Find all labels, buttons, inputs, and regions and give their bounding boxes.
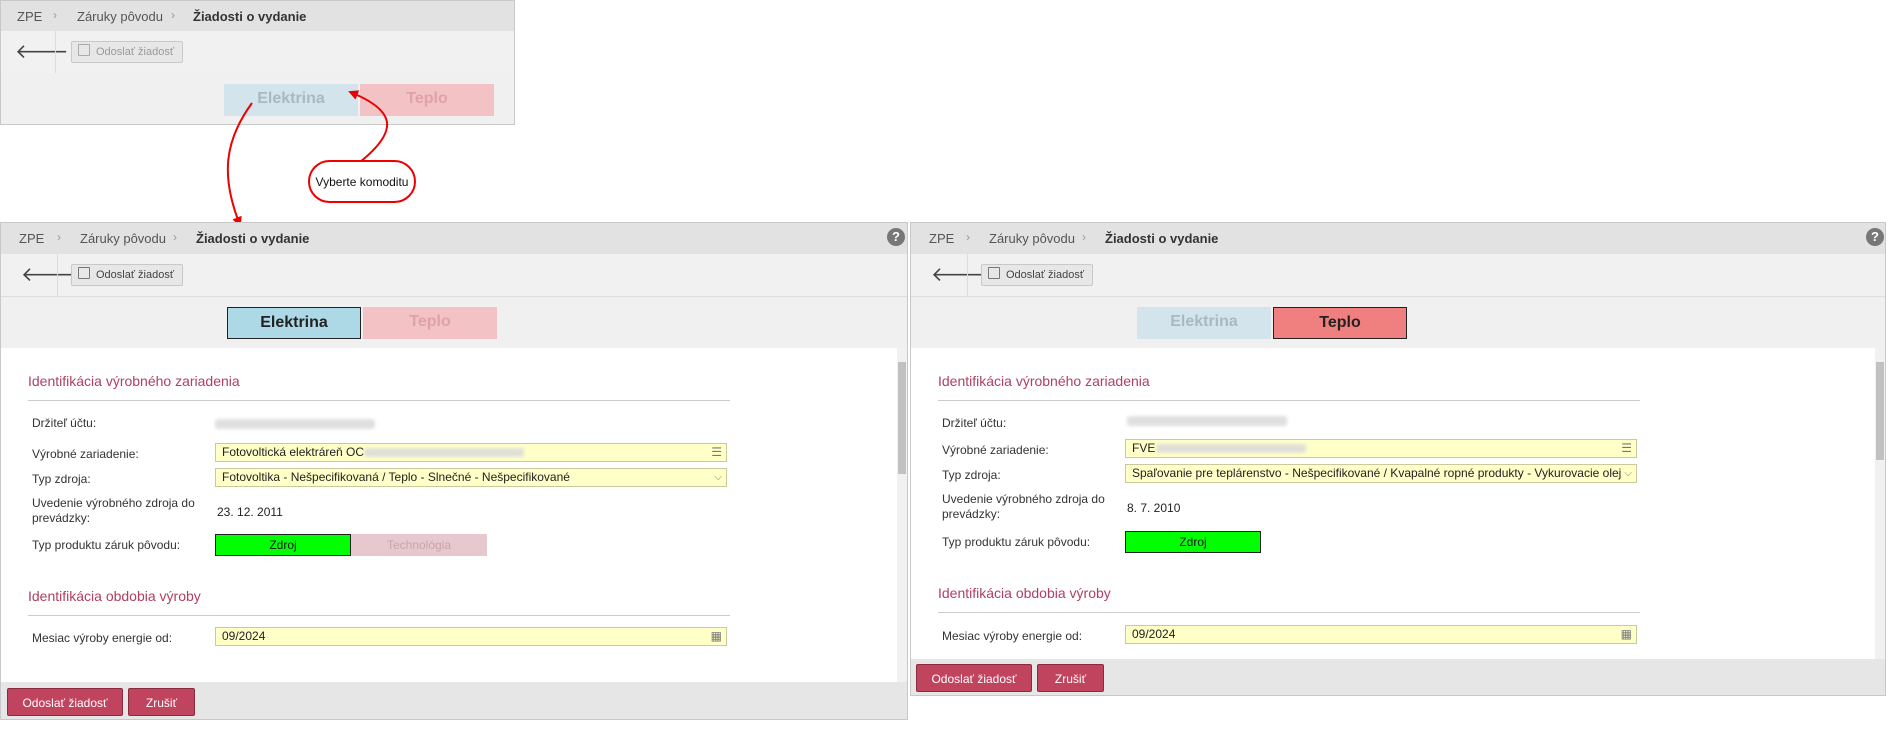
breadcrumb-guarantees[interactable]: Záruky pôvodu — [80, 231, 166, 246]
section-divider — [28, 615, 730, 616]
breadcrumb-separator: › — [173, 230, 177, 244]
divider — [57, 254, 58, 296]
scrollbar-thumb[interactable] — [1876, 362, 1884, 460]
product-source-toggle[interactable]: Zdroj — [1125, 531, 1261, 553]
scrollbar[interactable] — [1875, 348, 1885, 659]
device-value: Fotovoltická elektráreň OC — [222, 445, 365, 459]
source-type-label: Typ zdroja: — [942, 468, 1001, 482]
breadcrumb-separator: › — [966, 230, 970, 244]
breadcrumb: ZPE › Záruky pôvodu › Žiadosti o vydanie… — [1, 223, 907, 255]
left-panel-electricity: ZPE › Záruky pôvodu › Žiadosti o vydanie… — [0, 222, 908, 720]
section-divider — [938, 400, 1640, 401]
callout-select-commodity: Vyberte komoditu — [308, 160, 416, 203]
product-technology-toggle[interactable]: Technológia — [351, 534, 487, 556]
section-title-period: Identifikácia obdobia výroby — [938, 585, 1111, 601]
breadcrumb-requests: Žiadosti o vydanie — [196, 231, 310, 246]
breadcrumb-guarantees[interactable]: Záruky pôvodu — [989, 231, 1075, 246]
device-field[interactable]: Fotovoltická elektráreň OC ☰ — [215, 443, 727, 462]
scrollbar[interactable] — [897, 348, 907, 682]
form-footer: Odoslať žiadosť Zrušiť — [911, 659, 1885, 695]
form-footer: Odoslať žiadosť Zrušiť — [1, 682, 907, 719]
annotation-arrows — [226, 90, 389, 227]
breadcrumb-zpe[interactable]: ZPE — [19, 231, 44, 246]
holder-label: Držiteľ účtu: — [942, 416, 1007, 430]
list-icon[interactable]: ☰ — [1621, 442, 1632, 455]
commissioning-label: Uvedenie výrobného zdroja do prevádzky: — [32, 496, 195, 525]
section-divider — [28, 400, 730, 401]
commissioning-label: Uvedenie výrobného zdroja do prevádzky: — [942, 492, 1105, 521]
submit-button[interactable]: Odoslať žiadosť — [7, 688, 123, 716]
cancel-button[interactable]: Zrušiť — [128, 688, 195, 716]
commodity-electricity-toggle[interactable]: Elektrina — [1137, 307, 1271, 339]
month-from-field[interactable]: 09/2024 ▦ — [1125, 625, 1637, 644]
section-title-device: Identifikácia výrobného zariadenia — [938, 373, 1150, 389]
source-type-select[interactable]: Spaľovanie pre teplárenstvo - Nešpecifik… — [1125, 464, 1637, 483]
question-icon[interactable]: ? — [1866, 228, 1884, 246]
right-panel-heat: ZPE › Záruky pôvodu › Žiadosti o vydanie… — [910, 222, 1886, 696]
holder-value-redacted — [215, 419, 375, 429]
cancel-button[interactable]: Zrušiť — [1037, 664, 1104, 692]
source-type-value: Spaľovanie pre teplárenstvo - Nešpecifik… — [1132, 466, 1622, 480]
commodity-heat-toggle[interactable]: Teplo — [363, 307, 497, 339]
month-from-label: Mesiac výroby energie od: — [942, 629, 1083, 643]
form-area: Identifikácia výrobného zariadenia Držit… — [911, 348, 1875, 659]
floppy-icon — [988, 267, 1000, 279]
arrow-left-icon[interactable]: 🡐 — [931, 265, 985, 285]
submit-request-button[interactable]: Odoslať žiadosť — [981, 264, 1093, 286]
section-title-period: Identifikácia obdobia výroby — [28, 588, 201, 604]
breadcrumb: ZPE › Záruky pôvodu › Žiadosti o vydanie… — [911, 223, 1885, 255]
submit-request-label: Odoslať žiadosť — [1006, 269, 1084, 281]
device-value-redacted — [364, 448, 524, 457]
arrow-left-icon[interactable]: 🡐 — [21, 265, 75, 285]
commodity-electricity-toggle[interactable]: Elektrina — [227, 307, 361, 339]
device-value: FVE — [1132, 441, 1156, 455]
calendar-icon[interactable]: ▦ — [1621, 628, 1632, 641]
arrow-to-commodity — [348, 90, 389, 163]
device-value-redacted — [1156, 444, 1306, 453]
breadcrumb-requests: Žiadosti o vydanie — [1105, 231, 1219, 246]
submit-button[interactable]: Odoslať žiadosť — [916, 664, 1032, 692]
month-from-value: 09/2024 — [1132, 627, 1176, 641]
product-type-label: Typ produktu záruk pôvodu: — [32, 538, 181, 552]
commissioning-value: 23. 12. 2011 — [217, 505, 283, 519]
month-from-label: Mesiac výroby energie od: — [32, 631, 173, 645]
floppy-icon — [78, 267, 90, 279]
commissioning-value: 8. 7. 2010 — [1127, 501, 1181, 515]
section-divider — [938, 612, 1640, 613]
chevron-down-icon: ⌵ — [1624, 467, 1632, 480]
source-type-select[interactable]: Fotovoltika - Nešpecifikovaná / Teplo - … — [215, 468, 727, 487]
holder-label: Držiteľ účtu: — [32, 416, 97, 430]
source-type-label: Typ zdroja: — [32, 472, 91, 486]
device-label: Výrobné zariadenie: — [942, 443, 1049, 457]
device-field[interactable]: FVE ☰ — [1125, 439, 1637, 458]
form-area: Identifikácia výrobného zariadenia Držit… — [1, 348, 897, 682]
toolbar: 🡐 Odoslať žiadosť — [1, 254, 907, 297]
breadcrumb-zpe[interactable]: ZPE — [929, 231, 954, 246]
list-icon[interactable]: ☰ — [711, 446, 722, 459]
breadcrumb-separator: › — [1082, 230, 1086, 244]
calendar-icon[interactable]: ▦ — [711, 630, 722, 643]
month-from-value: 09/2024 — [222, 629, 266, 643]
question-icon[interactable]: ? — [887, 228, 905, 246]
toolbar: 🡐 Odoslať žiadosť — [911, 254, 1885, 297]
arrow-to-electricity-form — [226, 102, 253, 227]
month-from-field[interactable]: 09/2024 ▦ — [215, 627, 727, 646]
holder-value-redacted — [1127, 416, 1287, 426]
product-type-label: Typ produktu záruk pôvodu: — [942, 535, 1091, 549]
chevron-down-icon: ⌵ — [714, 472, 722, 483]
section-title-device: Identifikácia výrobného zariadenia — [28, 373, 240, 389]
breadcrumb-separator: › — [57, 230, 61, 244]
scrollbar-thumb[interactable] — [898, 362, 906, 474]
submit-request-button[interactable]: Odoslať žiadosť — [71, 264, 183, 286]
product-source-toggle[interactable]: Zdroj — [215, 534, 351, 556]
submit-request-label: Odoslať žiadosť — [96, 269, 174, 281]
source-type-value: Fotovoltika - Nešpecifikovaná / Teplo - … — [222, 470, 570, 484]
commodity-heat-toggle[interactable]: Teplo — [1273, 307, 1407, 339]
divider — [967, 254, 968, 296]
device-label: Výrobné zariadenie: — [32, 447, 139, 461]
